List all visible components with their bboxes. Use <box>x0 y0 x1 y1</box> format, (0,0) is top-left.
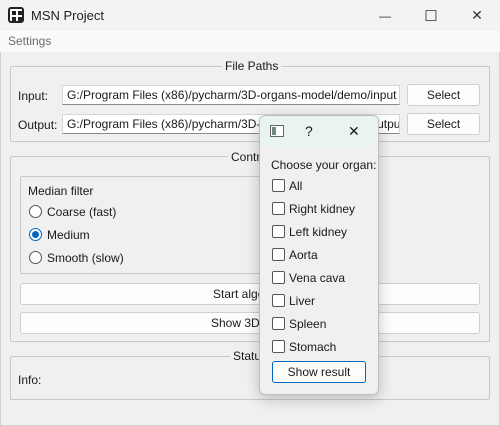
checkbox-right-kidney[interactable] <box>272 202 285 215</box>
minimize-icon: — <box>379 8 391 23</box>
minimize-button[interactable]: — <box>362 0 408 31</box>
checkbox-vena-cava-label[interactable]: Vena cava <box>289 271 345 285</box>
checkbox-all[interactable] <box>272 179 285 192</box>
radio-medium-label[interactable]: Medium <box>47 228 90 242</box>
checkbox-stomach[interactable] <box>272 340 285 353</box>
window-app-icon <box>270 125 284 137</box>
checkbox-liver-label[interactable]: Liver <box>289 294 315 308</box>
close-button[interactable]: ✕ <box>454 0 500 31</box>
maximize-icon: ☐ <box>424 7 438 25</box>
help-icon[interactable]: ? <box>305 123 313 139</box>
close-icon: ✕ <box>471 7 483 23</box>
checkbox-all-label[interactable]: All <box>289 179 302 193</box>
checkbox-spleen[interactable] <box>272 317 285 330</box>
select-input-button[interactable]: Select <box>407 84 480 106</box>
radio-smooth-label[interactable]: Smooth (slow) <box>47 251 124 265</box>
checkbox-stomach-label[interactable]: Stomach <box>289 340 336 354</box>
info-label: Info: <box>18 373 42 387</box>
dialog-close-icon[interactable]: ✕ <box>348 123 360 140</box>
menu-settings[interactable]: Settings <box>8 34 51 48</box>
checkbox-liver[interactable] <box>272 294 285 307</box>
title-bar: MSN Project — ☐ ✕ <box>0 0 500 31</box>
start-algorithm-button[interactable]: Start algo <box>20 283 480 305</box>
dialog-title-bar: ? ✕ <box>260 116 378 146</box>
start-algorithm-label: Start algo <box>213 287 265 301</box>
checkbox-spleen-label[interactable]: Spleen <box>289 317 326 331</box>
input-label: Input: <box>18 89 49 103</box>
radio-medium[interactable] <box>29 228 42 241</box>
checkbox-left-kidney[interactable] <box>272 225 285 238</box>
organ-dialog: ? ✕ Choose your organ: All Right kidney … <box>259 115 379 395</box>
choose-organ-label: Choose your organ: <box>271 158 377 172</box>
file-paths-title: File Paths <box>222 59 282 73</box>
checkbox-right-kidney-label[interactable]: Right kidney <box>289 202 355 216</box>
select-output-button[interactable]: Select <box>407 113 480 135</box>
show-result-button[interactable]: Show result <box>272 361 366 383</box>
radio-smooth[interactable] <box>29 251 42 264</box>
window-title: MSN Project <box>31 8 104 23</box>
radio-coarse[interactable] <box>29 205 42 218</box>
checkbox-left-kidney-label[interactable]: Left kidney <box>289 225 347 239</box>
checkbox-vena-cava[interactable] <box>272 271 285 284</box>
app-grid-icon <box>8 7 24 23</box>
input-path-field[interactable]: G:/Program Files (x86)/pycharm/3D-organs… <box>62 85 400 105</box>
radio-coarse-label[interactable]: Coarse (fast) <box>47 205 116 219</box>
maximize-button[interactable]: ☐ <box>408 0 454 31</box>
checkbox-aorta-label[interactable]: Aorta <box>289 248 318 262</box>
median-filter-label: Median filter <box>28 184 94 198</box>
show-3d-model-button[interactable]: Show 3D m <box>20 312 480 334</box>
output-label: Output: <box>18 118 58 132</box>
checkbox-aorta[interactable] <box>272 248 285 261</box>
menu-bar <box>0 31 500 52</box>
